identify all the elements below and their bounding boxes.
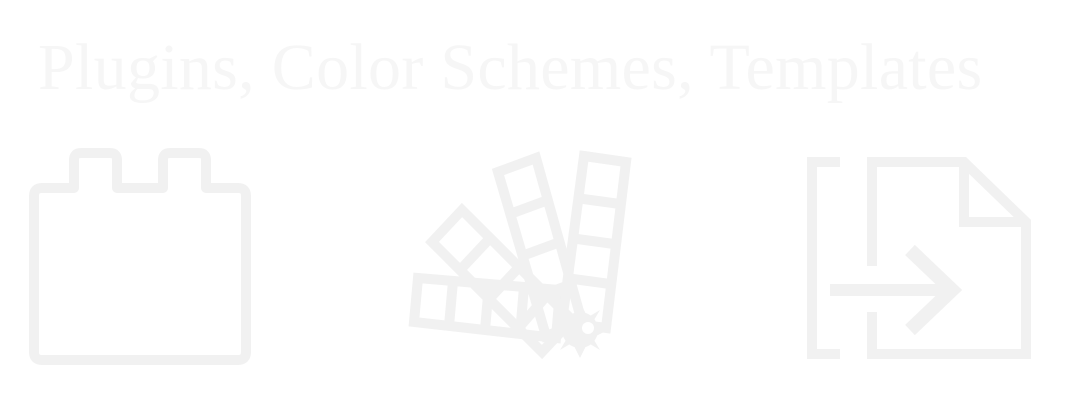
- plugin-icon: [29, 148, 251, 365]
- color-swatch-icon: [408, 150, 632, 360]
- import-file-icon: [807, 157, 1031, 359]
- page-title: Plugins, Color Schemes, Templates: [38, 31, 983, 104]
- page: Plugins, Color Schemes, Templates: [0, 0, 1092, 416]
